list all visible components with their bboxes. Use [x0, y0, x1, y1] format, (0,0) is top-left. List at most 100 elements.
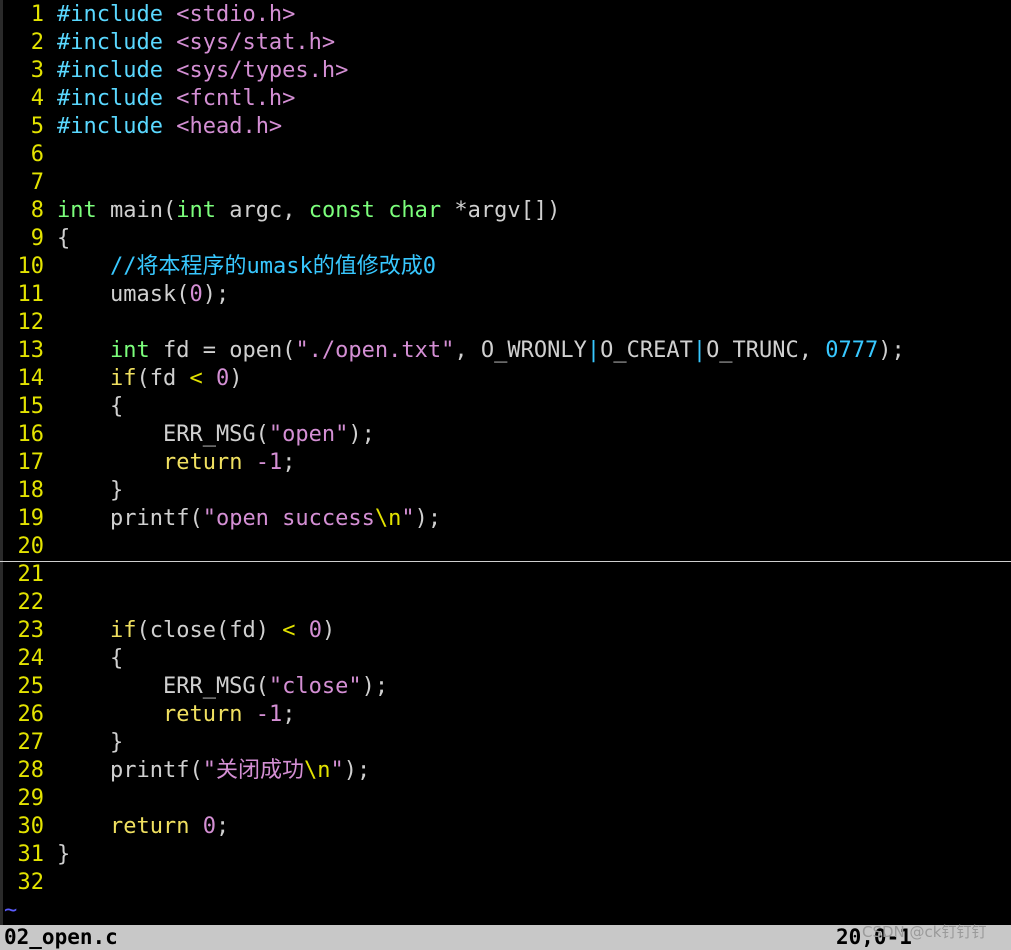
code-line[interactable]: 27 } — [0, 729, 1011, 757]
line-number: 11 — [17, 282, 45, 307]
line-number: 17 — [17, 450, 45, 475]
code-token-string: " — [401, 506, 415, 531]
line-number: 21 — [17, 562, 45, 587]
watermark: CSDN @ck钉钉钉 — [862, 923, 987, 941]
code-token-preproc: #include — [57, 58, 163, 83]
code-line[interactable]: 7 — [0, 169, 1011, 197]
code-token-default: ); — [414, 506, 442, 531]
line-number: 4 — [30, 86, 44, 111]
code-token-default: ; — [282, 450, 296, 475]
code-token-string: "./open.txt" — [295, 338, 455, 363]
code-line[interactable]: 12 — [0, 309, 1011, 337]
code-token-default: ERR_MSG( — [57, 674, 269, 699]
code-line[interactable]: 31} — [0, 841, 1011, 869]
code-line[interactable]: 2 #include <sys/stat.h> — [0, 29, 1011, 57]
code-token-number: 0 — [202, 814, 216, 839]
code-token-preproc: #include — [57, 2, 163, 27]
code-line[interactable]: 1 #include <stdio.h> — [0, 1, 1011, 29]
code-line[interactable]: 26 return -1; — [0, 701, 1011, 729]
code-line[interactable]: 24 { — [0, 645, 1011, 673]
code-token-default: fd = open( — [149, 338, 296, 363]
line-text: return -1; — [57, 449, 295, 477]
code-line[interactable]: 18 } — [0, 477, 1011, 505]
line-number: 23 — [17, 618, 45, 643]
code-line[interactable]: 16 ERR_MSG("open"); — [0, 421, 1011, 449]
code-line[interactable]: 22 — [0, 589, 1011, 617]
line-text: #include <fcntl.h> — [57, 85, 295, 113]
code-token-default: ); — [361, 674, 389, 699]
code-token-keyword: return — [109, 814, 190, 839]
code-line[interactable]: 11 umask(0); — [0, 281, 1011, 309]
code-line[interactable]: 13 int fd = open("./open.txt", O_WRONLY|… — [0, 337, 1011, 365]
line-text: } — [57, 477, 123, 505]
code-token-default: ERR_MSG( — [57, 422, 269, 447]
code-token-default — [163, 2, 176, 27]
line-number: 3 — [30, 58, 44, 83]
code-token-header: <stdio.h> — [176, 2, 296, 27]
code-token-comment: 0777 — [825, 338, 879, 363]
code-token-number: 0 — [189, 282, 203, 307]
code-line[interactable]: 25 ERR_MSG("close"); — [0, 673, 1011, 701]
code-token-default: main( — [96, 198, 177, 223]
code-line[interactable]: 8 int main(int argc, const char *argv[]) — [0, 197, 1011, 225]
code-line[interactable]: 3 #include <sys/types.h> — [0, 57, 1011, 85]
end-of-buffer-marker: ~ — [4, 898, 18, 923]
code-token-default: } — [57, 730, 124, 755]
line-number: 31 — [17, 842, 45, 867]
code-token-default — [189, 814, 202, 839]
line-text: ERR_MSG("close"); — [57, 673, 388, 701]
code-token-default: } — [57, 478, 124, 503]
line-number: 27 — [17, 730, 45, 755]
code-token-string: "open success — [202, 506, 375, 531]
code-token-default: (close(fd) — [136, 618, 283, 643]
line-text: #include <head.h> — [57, 113, 282, 141]
code-token-default — [375, 198, 388, 223]
code-token-default — [57, 618, 110, 643]
code-line[interactable]: 17 return -1; — [0, 449, 1011, 477]
code-line[interactable]: 28 printf("关闭成功\n"); — [0, 757, 1011, 785]
code-token-operator: < — [282, 618, 296, 643]
code-token-default — [57, 450, 163, 475]
line-text: printf("关闭成功\n"); — [57, 757, 370, 785]
code-token-header: <fcntl.h> — [176, 86, 296, 111]
line-number: 24 — [17, 646, 45, 671]
code-editor[interactable]: 1 #include <stdio.h> 2 #include <sys/stat.h… — [0, 0, 1011, 950]
line-number: 8 — [30, 198, 44, 223]
code-line[interactable]: 29 — [0, 785, 1011, 813]
code-token-default: O_CREAT — [600, 338, 693, 363]
line-text: printf("open success\n"); — [57, 505, 441, 533]
line-text: #include <sys/stat.h> — [57, 29, 335, 57]
code-line[interactable]: 6 — [0, 141, 1011, 169]
code-token-default: (fd — [136, 366, 190, 391]
code-line[interactable]: 14 if(fd < 0) — [0, 365, 1011, 393]
code-line[interactable]: 10 //将本程序的umask的值修改成0 — [0, 253, 1011, 281]
code-line[interactable]: 5 #include <head.h> — [0, 113, 1011, 141]
line-number: 26 — [17, 702, 45, 727]
code-token-operator: \n — [374, 506, 402, 531]
status-filename: 02_open.c — [4, 925, 118, 949]
code-token-operator: \n — [303, 758, 331, 783]
code-line[interactable]: 15 { — [0, 393, 1011, 421]
code-line[interactable]: 30 return 0; — [0, 813, 1011, 841]
code-line[interactable]: 20 — [0, 533, 1011, 562]
code-token-header: <sys/types.h> — [176, 58, 349, 83]
code-line[interactable]: 21 — [0, 561, 1011, 589]
code-token-default: O_TRUNC, — [706, 338, 826, 363]
line-text: return -1; — [57, 701, 295, 729]
code-line[interactable]: 23 if(close(fd) < 0) — [0, 617, 1011, 645]
line-number: 19 — [17, 506, 45, 531]
code-token-default: argc, — [215, 198, 309, 223]
code-token-type: const — [308, 198, 375, 223]
code-token-default — [242, 702, 255, 727]
code-token-default: ); — [878, 338, 905, 363]
line-text: if(close(fd) < 0) — [57, 617, 335, 645]
code-line[interactable]: 9{ — [0, 225, 1011, 253]
code-token-default: ); — [348, 422, 375, 447]
code-line[interactable]: 4 #include <fcntl.h> — [0, 85, 1011, 113]
line-number: 20 — [17, 534, 45, 559]
code-token-number: -1 — [255, 450, 283, 475]
code-line[interactable]: 19 printf("open success\n"); — [0, 505, 1011, 533]
code-line[interactable]: 32 — [0, 869, 1011, 897]
status-bar: 02_open.c 20,0-1 — [0, 925, 1011, 950]
line-number: 5 — [30, 114, 44, 139]
